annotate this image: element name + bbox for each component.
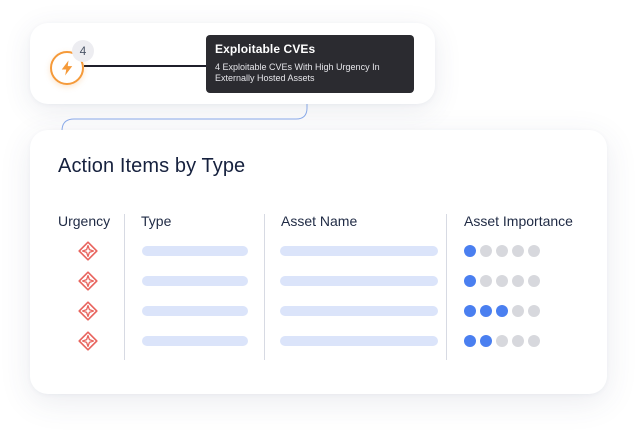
importance-dot-empty <box>480 275 492 287</box>
importance-dot-filled <box>496 305 508 317</box>
urgency-diamond-icon <box>78 331 98 351</box>
importance-dot-filled <box>464 335 476 347</box>
table-row[interactable] <box>30 270 607 292</box>
importance-dot-filled <box>464 275 476 287</box>
importance-dot-empty <box>480 245 492 257</box>
urgency-diamond-icon <box>78 271 98 291</box>
asset-name-placeholder-bar <box>280 306 438 316</box>
importance-rating <box>464 335 540 347</box>
column-header-urgency: Urgency <box>58 213 111 229</box>
importance-dot-empty <box>496 245 508 257</box>
asset-name-placeholder-bar <box>280 246 438 256</box>
column-header-asset-importance: Asset Importance <box>464 213 573 229</box>
importance-dot-filled <box>480 335 492 347</box>
tooltip-body: 4 Exploitable CVEs With High Urgency In … <box>215 62 405 84</box>
importance-rating <box>464 245 540 257</box>
tooltip: Exploitable CVEs 4 Exploitable CVEs With… <box>206 35 414 93</box>
urgency-diamond-icon <box>78 241 98 261</box>
importance-dot-empty <box>528 245 540 257</box>
importance-dot-empty <box>496 335 508 347</box>
importance-dot-filled <box>464 305 476 317</box>
asset-name-placeholder-bar <box>280 276 438 286</box>
tooltip-line: Externally Hosted Assets <box>215 73 315 83</box>
type-placeholder-bar <box>142 246 248 256</box>
importance-rating <box>464 275 540 287</box>
tooltip-line: 4 Exploitable CVEs With High Urgency In <box>215 62 380 72</box>
importance-dot-empty <box>512 245 524 257</box>
table-row[interactable] <box>30 300 607 322</box>
urgency-diamond-icon <box>78 301 98 321</box>
importance-dot-filled <box>464 245 476 257</box>
type-placeholder-bar <box>142 336 248 346</box>
type-placeholder-bar <box>142 276 248 286</box>
importance-dot-empty <box>496 275 508 287</box>
alert-count-badge: 4 <box>72 40 94 62</box>
table-row[interactable] <box>30 240 607 262</box>
column-header-asset-name: Asset Name <box>281 213 358 229</box>
asset-name-placeholder-bar <box>280 336 438 346</box>
type-placeholder-bar <box>142 306 248 316</box>
card-title: Action Items by Type <box>58 155 246 177</box>
importance-rating <box>464 305 540 317</box>
importance-dot-empty <box>528 275 540 287</box>
column-header-type: Type <box>141 213 172 229</box>
importance-dot-empty <box>512 305 524 317</box>
tooltip-connector-line <box>84 65 208 67</box>
importance-dot-empty <box>528 335 540 347</box>
importance-dot-empty <box>512 335 524 347</box>
importance-dot-filled <box>480 305 492 317</box>
action-items-card: Action Items by Type Urgency Type Asset … <box>30 130 607 394</box>
importance-dot-empty <box>512 275 524 287</box>
table-row[interactable] <box>30 330 607 352</box>
tooltip-title: Exploitable CVEs <box>215 42 316 56</box>
importance-dot-empty <box>528 305 540 317</box>
